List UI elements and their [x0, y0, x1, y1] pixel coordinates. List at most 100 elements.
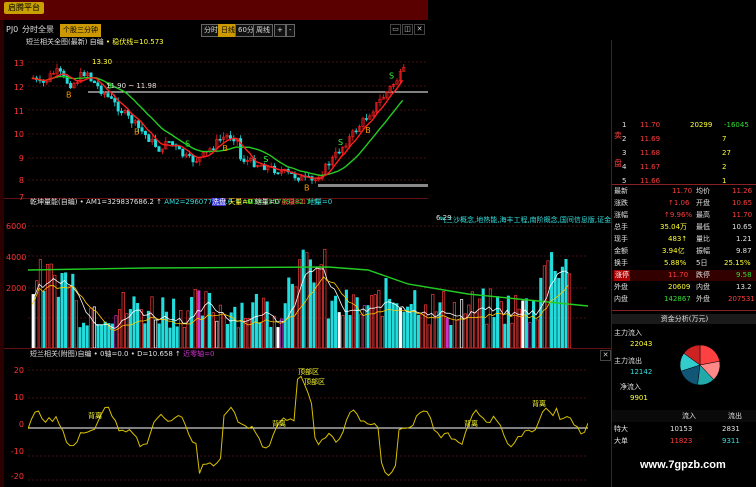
volume-bar [114, 315, 118, 348]
support-bar [318, 184, 428, 187]
sell-signal-marker: S [185, 140, 190, 149]
candle-body [140, 127, 144, 132]
volume-bar [337, 312, 341, 348]
order-book-row[interactable]: 3 11.68 27 [612, 148, 756, 159]
volume-bar [362, 305, 366, 348]
volume-bar [96, 324, 100, 348]
volume-bar [139, 309, 143, 348]
volume-bar [229, 312, 233, 348]
candle-body [96, 82, 100, 87]
candle-body [188, 154, 192, 156]
volume-bar [557, 277, 561, 348]
main-chart-indicator: • 稳伏线=10.573 [105, 38, 164, 46]
buy-signal-marker: B [365, 126, 371, 135]
order-book-row[interactable]: 1 11.70 20299 -16045 [612, 120, 756, 131]
candle-body [211, 148, 215, 151]
volume-bar [226, 323, 230, 348]
osc-y-tick-10: 10 [13, 393, 24, 402]
volume-bar [384, 277, 388, 348]
volume-tag-shrink: 缩量=0 [254, 198, 280, 206]
quote-table: 最新 11.70 均价 11.26 涨跌 ↑1.06 开盘 10.65 涨幅 ↑9.96% 最高… [612, 186, 756, 318]
y-tick-10: 10 [13, 130, 24, 139]
volume-bar [514, 295, 518, 348]
osc-y-tick-0: 0 [18, 420, 24, 429]
volume-bar [71, 273, 75, 348]
candle-body [228, 135, 232, 139]
quote-row: 金额 3.94亿 振幅 9.87 [614, 247, 752, 255]
volume-bar [478, 298, 482, 348]
restore-icon[interactable]: ◫ [402, 24, 413, 35]
menu-item-quanjing[interactable]: 全景 [38, 24, 54, 36]
candle-body [327, 163, 331, 166]
candle-body [143, 130, 147, 136]
oscillator-close-icon[interactable]: ✕ [600, 350, 611, 361]
volume-bar [157, 323, 161, 348]
volume-bar [535, 319, 539, 348]
volume-bar [143, 323, 147, 348]
ma-red-line [31, 73, 404, 179]
order-book-row[interactable]: 4 11.67 2 [612, 162, 756, 173]
volume-bar [301, 249, 305, 348]
title-bar-right [428, 0, 756, 20]
sell-signal-marker: S [389, 71, 394, 80]
volume-bar [276, 327, 280, 348]
candlestick-chart[interactable]: BBBBBSSSSS [28, 48, 428, 198]
tab-three-minute[interactable]: 个股三分钟 [60, 24, 101, 37]
volume-bar [175, 326, 179, 348]
volume-bar [492, 317, 496, 348]
buy-signal-marker: B [66, 90, 72, 99]
volume-bar [64, 272, 68, 348]
candle-body [218, 138, 222, 141]
volume-bar [542, 265, 546, 348]
osc-y-tick-neg20: -20 [10, 472, 24, 481]
volume-chart-panel: 乾坤量能(自编) • AM1=329837686.2 ↑ AM2=2960774… [4, 198, 641, 349]
volume-bar [272, 315, 276, 348]
candle-body [262, 165, 266, 171]
quote-row: 现手 483↑ 量比 1.21 [614, 235, 752, 243]
fund-flow-main-out-label: 主力流出 [614, 357, 642, 365]
menu-item-fenshi[interactable]: 分时 [22, 24, 38, 36]
volume-bar-chart[interactable] [28, 210, 588, 348]
sell-signal-marker: S [338, 138, 343, 147]
volume-bar [168, 327, 172, 348]
volume-y-tick-6000: 6000 [6, 222, 27, 231]
volume-bar [262, 297, 266, 348]
volume-bar [240, 302, 244, 348]
candle-body [137, 120, 141, 128]
volume-bar [438, 302, 442, 348]
y-tick-8: 8 [18, 176, 24, 185]
volume-bar [485, 323, 489, 348]
volume-bar [251, 302, 255, 348]
quote-row: 外盘 20609 内盘 13.2 [614, 283, 752, 291]
period-button-weekly[interactable]: 周线 [253, 24, 273, 37]
zoom-in-button[interactable]: + [274, 24, 286, 37]
y-tick-12: 12 [13, 83, 24, 92]
ma-green-line [31, 75, 404, 177]
volume-bar [186, 310, 190, 348]
volume-bar [427, 324, 431, 348]
fund-flow-pie-chart[interactable] [678, 328, 722, 402]
volume-bar [172, 298, 176, 348]
volume-bar [49, 263, 53, 348]
watermark-text: www.7gpzb.com [640, 459, 726, 471]
osc-label-divergence-1: 背离 [88, 412, 102, 420]
close-icon[interactable]: ✕ [414, 24, 425, 35]
y-tick-11: 11 [13, 107, 24, 116]
order-book-row[interactable]: 2 11.69 7 [612, 134, 756, 145]
volume-bar [521, 300, 525, 348]
volume-bar [46, 263, 50, 348]
window-icon[interactable]: ▭ [390, 24, 401, 35]
volume-bar [348, 315, 352, 348]
platform-logo-button[interactable]: 启腾平台 [4, 2, 44, 14]
volume-bar [67, 285, 71, 348]
menu-item-pj0[interactable]: PJ0 [6, 24, 18, 36]
annotation-range: 11.90 ~ 11.98 [106, 82, 157, 90]
candle-body [191, 155, 195, 163]
volume-bar [330, 300, 334, 348]
quote-row: 涨跌 ↑1.06 开盘 10.65 [614, 199, 753, 207]
volume-bar [78, 327, 82, 348]
volume-bar [568, 273, 572, 348]
volume-bar [456, 319, 460, 348]
candle-body [364, 118, 368, 120]
zoom-out-button[interactable]: - [286, 24, 295, 37]
